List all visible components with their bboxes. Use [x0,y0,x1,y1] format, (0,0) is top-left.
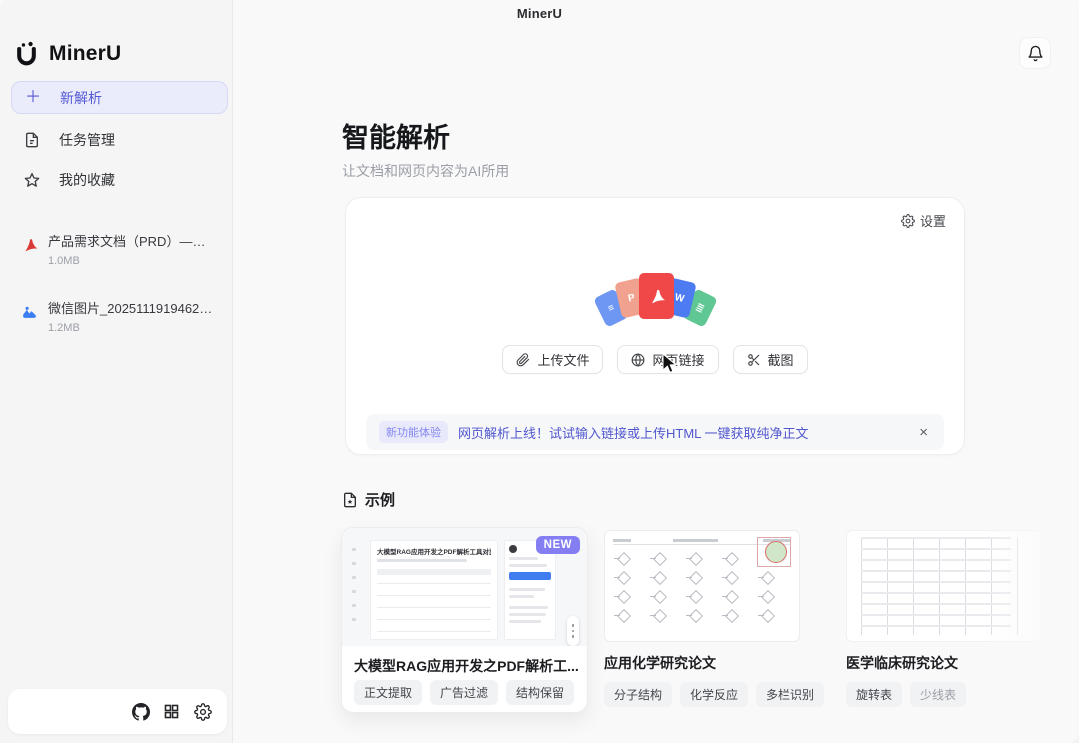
upload-file-label: 上传文件 [537,350,589,369]
thumb-line [509,606,548,609]
plus-icon: ＋ [25,90,41,106]
thumb-line [509,557,538,560]
file-name: 产品需求文档（PRD）———... [48,231,218,250]
example-card-chemistry[interactable]: 应用化学研究论文 分子结构 化学反应 多栏识别 [604,530,800,707]
thumb-highlighted-molecule [757,537,791,567]
settings-label: 设置 [920,211,946,230]
tag: 结构保留 [506,680,574,705]
thumb-line [509,613,546,616]
file-size: 1.2MB [48,322,221,334]
thumb-table-header [377,569,491,575]
mouse-cursor [660,353,680,375]
thumb-margin-dots [352,548,356,628]
file-name: 微信图片_20251119194627_... [48,298,218,317]
screenshot-button[interactable]: 截图 [733,345,808,374]
file-list-item-pdf[interactable]: 产品需求文档（PRD）———... 1.0MB [13,231,221,267]
apps-grid-icon[interactable] [163,703,181,721]
example-thumbnail-chemistry [604,530,800,642]
new-badge: NEW [536,536,580,554]
thumb-table-rows [377,577,491,635]
example-thumbnail-medical [846,530,1042,642]
example-card-tags: 旋转表 少线表 [846,682,1042,707]
example-card-tags: 正文提取 广告过滤 结构保留 [354,680,574,705]
example-card-medical[interactable]: 医学临床研究论文 旋转表 少线表 [846,530,1042,707]
file-size: 1.0MB [48,255,221,267]
globe-icon [631,353,645,367]
sidebar: MinerU ＋ 新解析 任务管理 我的收藏 [0,0,233,743]
banner-badge: 新功能体验 [379,421,448,443]
thumb-line [509,620,541,623]
thumb-line [509,588,545,591]
image-file-icon [20,302,39,321]
thumb-avatar [509,545,517,553]
example-card-tags: 分子结构 化学反应 多栏识别 [604,682,800,707]
gear-icon [901,214,915,228]
notification-button[interactable] [1019,37,1051,69]
gear-icon[interactable] [194,703,212,721]
upload-file-button[interactable]: 上传文件 [502,345,603,374]
brand: MinerU [13,40,121,67]
sidebar-footer [8,689,227,734]
close-icon[interactable]: × [916,424,931,441]
screenshot-label: 截图 [768,350,794,369]
tag: 化学反应 [680,682,748,707]
brand-name: MinerU [49,42,121,66]
tag: 正文提取 [354,680,422,705]
sidebar-item-label: 我的收藏 [59,170,115,190]
examples-doc-star-icon [342,492,358,508]
star-icon [24,172,40,188]
scissors-icon [747,353,761,367]
file-list-item-image[interactable]: 微信图片_20251119194627_... 1.2MB [13,298,221,334]
sidebar-item-new-parse[interactable]: ＋ 新解析 [11,81,228,114]
settings-button[interactable]: 设置 [901,211,946,230]
example-card-rag-pdf[interactable]: NEW 大模型RAG应用开发之PDF解析工具对比 大模型 [341,527,588,713]
thumb-meta-line [377,559,467,562]
thumb-line [509,595,534,598]
tag: 多栏识别 [756,682,824,707]
example-card-title: 大模型RAG应用开发之PDF解析工... [354,656,578,676]
tag: 分子结构 [604,682,672,707]
page-title: 智能解析 [342,116,450,155]
tag: 广告过滤 [430,680,498,705]
thumb-line [509,564,547,567]
tag: 少线表 [910,682,966,707]
examples-title: 示例 [365,489,395,510]
filetype-fan: ≡ P W ≣ [597,272,715,336]
github-icon[interactable] [132,703,150,721]
thumb-scroll-widget [567,616,579,646]
thumb-article: 大模型RAG应用开发之PDF解析工具对比 [370,540,498,640]
pdf-filetype-icon [639,273,674,319]
thumb-follow-button [509,572,551,580]
thumb-rotated-table-rows [861,537,1011,635]
mineru-logo-icon [13,40,40,67]
examples-header: 示例 [342,489,395,510]
example-card-title: 应用化学研究论文 [604,653,800,673]
sidebar-item-label: 任务管理 [59,130,115,150]
page-subtitle: 让文档和网页内容为AI所用 [342,161,509,181]
thumb-article-title: 大模型RAG应用开发之PDF解析工具对比 [377,546,491,556]
banner-message: 网页解析上线！试试输入链接或上传HTML 一键获取纯净正文 [458,423,906,442]
app-window: MinerU MinerU ＋ 新解析 [0,0,1079,743]
upload-card: 设置 ≡ P W ≣ 上传文件 [345,197,965,455]
pdf-file-icon [20,235,40,255]
tag: 旋转表 [846,682,902,707]
thumb-author-panel [504,540,556,640]
paperclip-icon [516,353,530,367]
bell-icon [1027,45,1044,62]
tasks-icon [24,132,40,148]
new-feature-banner: 新功能体验 网页解析上线！试试输入链接或上传HTML 一键获取纯净正文 × [366,414,944,450]
upload-actions: 上传文件 网页链接 [346,345,964,374]
example-card-title: 医学临床研究论文 [846,653,1042,673]
sidebar-item-favorites[interactable]: 我的收藏 [11,164,228,196]
sidebar-item-label: 新解析 [60,88,102,108]
sidebar-item-task-management[interactable]: 任务管理 [11,124,228,156]
